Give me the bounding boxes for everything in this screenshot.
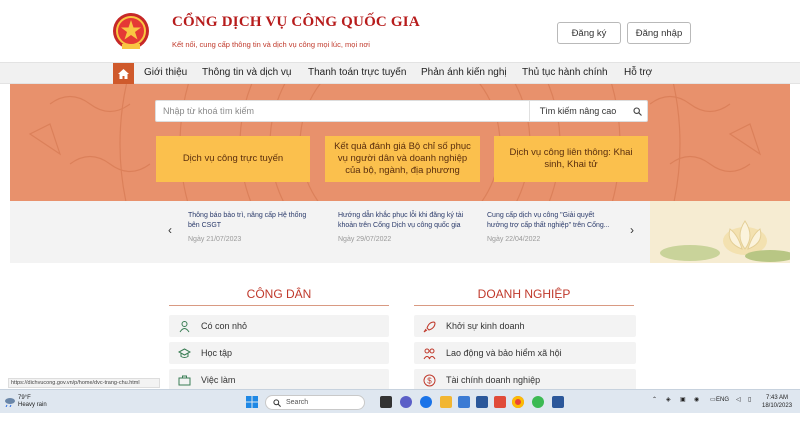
weather-desc: Heavy rain [18, 402, 47, 408]
volume-icon[interactable]: ◁ [736, 396, 741, 403]
citizen-item-education[interactable]: Học tập [169, 342, 389, 364]
home-icon [118, 68, 129, 79]
tray-display-icon[interactable]: ▭ [710, 396, 716, 403]
weather-temp: 79°F [18, 395, 31, 401]
chrome-icon[interactable] [512, 396, 524, 408]
advanced-search-button[interactable]: Tìm kiếm nâng cao [529, 101, 626, 121]
business-item-label: Tài chính doanh nghiệp [446, 375, 541, 385]
business-item-label: Khởi sự kinh doanh [446, 321, 525, 331]
search-button[interactable] [626, 101, 648, 121]
news-date: Ngày 22/04/2022 [487, 236, 541, 243]
card-evaluation-results[interactable]: Kết quả đánh giá Bộ chỉ số phục vụ người… [325, 136, 480, 182]
news-item[interactable]: Hướng dẫn khắc phục lỗi khi đăng ký tài … [338, 211, 468, 243]
nav-item-ho-tro[interactable]: Hỗ trợ [624, 67, 652, 78]
citizen-item-label: Học tập [201, 348, 233, 358]
card-online-services[interactable]: Dịch vụ công trực tuyến [156, 136, 310, 182]
news-item[interactable]: Thông báo bảo trì, nâng cấp Hệ thống bên… [188, 211, 318, 243]
link-status-url: https://dichvucong.gov.vn/p/home/dvc-tra… [8, 378, 160, 388]
system-clock[interactable]: 7:43 AM 18/10/2023 [762, 394, 792, 410]
nav-item-thu-tuc[interactable]: Thủ tục hành chính [522, 67, 608, 78]
business-item-startup[interactable]: Khởi sự kinh doanh [414, 315, 636, 337]
clock-date: 18/10/2023 [762, 403, 793, 409]
svg-text:$: $ [427, 376, 432, 385]
business-title-divider [414, 305, 634, 306]
taskbar-search[interactable]: Search [265, 395, 365, 410]
search-icon [632, 106, 642, 116]
baby-icon [177, 319, 191, 333]
news-date: Ngày 21/07/2023 [188, 236, 242, 243]
file-explorer-icon[interactable] [440, 396, 452, 408]
business-item-labor-insurance[interactable]: Lao động và bảo hiểm xã hội [414, 342, 636, 364]
tray-network-icon[interactable]: ◈ [666, 396, 671, 403]
site-header: CỔNG DỊCH VỤ CÔNG QUỐC GIA Kết nối, cung… [0, 0, 800, 62]
nav-item-thong-tin-dich-vu[interactable]: Thông tin và dịch vụ [202, 67, 292, 78]
news-title[interactable]: Thông báo bảo trì, nâng cấp Hệ thống bên… [188, 211, 318, 231]
nav-item-thanh-toan[interactable]: Thanh toán trực tuyến [308, 67, 406, 78]
windows-start-icon[interactable] [246, 396, 258, 408]
news-date: Ngày 29/07/2022 [338, 236, 392, 243]
site-title[interactable]: CỔNG DỊCH VỤ CÔNG QUỐC GIA [172, 14, 420, 31]
clock-time: 7:43 AM [766, 395, 789, 401]
news-prev-arrow[interactable]: ‹ [168, 223, 172, 237]
bottom-cropped-strip [0, 413, 800, 421]
dollar-coin-icon: $ [422, 373, 436, 387]
workers-icon [422, 346, 436, 360]
news-title[interactable]: Cung cấp dịch vụ công "Giải quyết hưởng … [487, 211, 617, 231]
search-input[interactable]: Nhập từ khoá tìm kiếm [163, 106, 254, 116]
business-item-label: Lao động và bảo hiểm xã hội [446, 348, 562, 358]
business-item-finance[interactable]: $ Tài chính doanh nghiệp [414, 369, 636, 391]
graduation-cap-icon [177, 346, 191, 360]
zalo-icon[interactable] [532, 396, 544, 408]
national-emblem-logo[interactable] [112, 12, 150, 52]
lotus-decoration [650, 201, 790, 263]
taskbar-search-label: Search [286, 399, 309, 406]
windows-taskbar: 79°F Heavy rain Search ⌃ ◈ ▣ ◉ ▭ ENG ◁ ▯… [0, 389, 800, 413]
news-next-arrow[interactable]: › [630, 223, 634, 237]
rain-cloud-icon [5, 398, 15, 407]
main-nav: Giới thiệu Thông tin và dịch vụ Thanh to… [0, 62, 800, 84]
rocket-icon [422, 319, 436, 333]
citizen-item-children[interactable]: Có con nhỏ [169, 315, 389, 337]
mail-icon[interactable] [458, 396, 470, 408]
briefcase-icon [177, 373, 191, 387]
tray-pdf-icon[interactable]: ▣ [680, 396, 686, 403]
teams-chat-icon[interactable] [400, 396, 412, 408]
search-icon [273, 399, 281, 407]
edge-icon[interactable] [420, 396, 432, 408]
input-language[interactable]: ENG [716, 397, 729, 403]
business-section-title: DOANH NGHIỆP [477, 287, 571, 301]
news-title[interactable]: Hướng dẫn khắc phục lỗi khi đăng ký tài … [338, 211, 468, 231]
search-bar: Nhập từ khoá tìm kiếm Tìm kiếm nâng cao [155, 100, 648, 122]
battery-icon[interactable]: ▯ [748, 396, 751, 403]
card-interconnected-services[interactable]: Dịch vụ công liên thông: Khai sinh, Khai… [494, 136, 648, 182]
news-carousel: ‹ Thông báo bảo trì, nâng cấp Hệ thống b… [10, 201, 790, 263]
nav-item-phan-anh[interactable]: Phản ánh kiến nghị [421, 67, 507, 78]
register-button[interactable]: Đăng ký [557, 22, 621, 44]
tray-chevron-icon[interactable]: ⌃ [652, 396, 657, 403]
login-button[interactable]: Đăng nhập [627, 22, 691, 44]
word-icon[interactable] [552, 396, 564, 408]
home-button[interactable] [113, 63, 134, 84]
office-icon[interactable] [494, 396, 506, 408]
store-icon[interactable] [476, 396, 488, 408]
citizen-item-employment[interactable]: Việc làm [169, 369, 389, 391]
citizen-title-divider [169, 305, 389, 306]
news-item[interactable]: Cung cấp dịch vụ công "Giải quyết hưởng … [487, 211, 617, 243]
nav-item-gioi-thieu[interactable]: Giới thiệu [144, 67, 187, 78]
task-view-icon[interactable] [380, 396, 392, 408]
citizen-item-label: Việc làm [201, 375, 236, 385]
tray-app-icon[interactable]: ◉ [694, 396, 699, 403]
citizen-item-label: Có con nhỏ [201, 321, 248, 331]
citizen-section-title: CÔNG DÂN [246, 287, 312, 301]
site-tagline: Kết nối, cung cấp thông tin và dịch vụ c… [172, 40, 370, 49]
weather-widget[interactable]: 79°F Heavy rain [18, 395, 47, 409]
